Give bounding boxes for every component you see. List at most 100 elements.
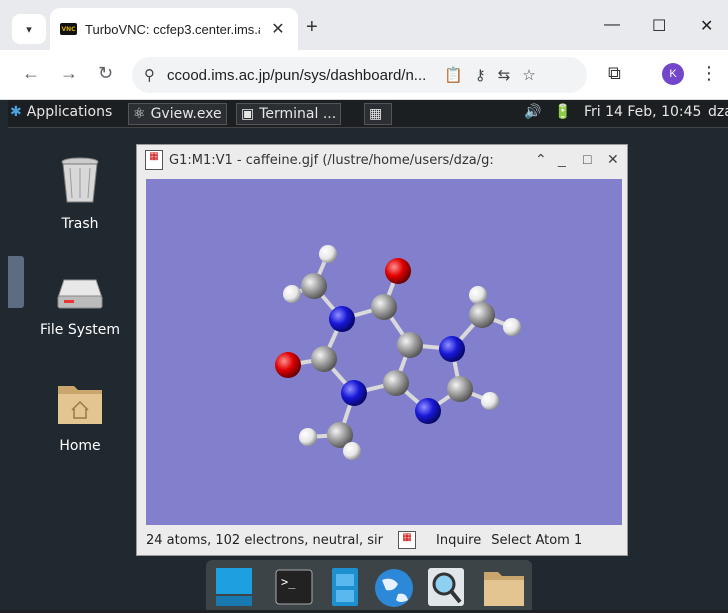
maximize-button[interactable]: □ [583,151,591,167]
hydrogen-atom[interactable] [299,428,317,446]
dock-search[interactable] [426,566,466,608]
hydrogen-atom[interactable] [343,442,361,460]
chevron-down-icon: ▾ [26,23,32,36]
tab-search-button[interactable]: ▾ [12,14,46,44]
avatar[interactable]: K [662,63,684,85]
close-button[interactable]: ✕ [607,151,619,168]
carbon-atom[interactable] [371,294,397,320]
desktop-icon-filesystem[interactable]: File System [30,276,130,338]
carbon-atom[interactable] [383,370,409,396]
atoms [275,245,521,460]
translate-icon[interactable]: ⇆ [498,66,511,84]
taskbar-terminal-label: Terminal ... [259,106,337,122]
top-panel: ✱ Applications ⚛ Gview.exe ▣ Terminal ..… [8,100,728,128]
nitrogen-atom[interactable] [329,306,355,332]
applications-menu[interactable]: ✱ Applications [10,104,112,120]
gaussview-window: ▦ G1:M1:V1 - caffeine.gjf (/lustre/home/… [136,144,628,556]
mode-label: Inquire [436,532,482,548]
taskbar-terminal[interactable]: ▣ Terminal ... [236,103,342,125]
close-window-button[interactable]: ✕ [700,16,713,36]
hydrogen-atom[interactable] [319,245,337,263]
desktop-icon-label: Home [59,438,101,454]
gview-window-icon: ▦ [145,150,163,170]
site-info-icon[interactable]: ⚲ [144,66,155,84]
globe-icon [375,569,413,607]
chevron-up-icon[interactable]: ⌃ [535,151,547,168]
desktop-icon-home[interactable]: Home [30,380,130,454]
desktop-icon-label: Trash [61,216,99,232]
minimize-window-button[interactable]: — [604,16,620,34]
carbon-atom[interactable] [301,273,327,299]
hydrogen-atom[interactable] [469,286,487,304]
trash-icon [61,157,99,203]
drive-icon [57,279,103,309]
bookmark-star-icon[interactable]: ☆ [522,66,535,84]
vnc-favicon-icon: VNC [60,23,77,35]
terminal-icon: ▣ [241,106,255,122]
oxygen-atom[interactable] [385,258,411,284]
taskbar-gview-window[interactable]: ▦ [364,103,392,125]
browser-tab-strip: ▾ VNC TurboVNC: ccfep3.center.ims.ac ✕ +… [0,0,728,50]
nitrogen-atom[interactable] [341,380,367,406]
carbon-atom[interactable] [397,332,423,358]
new-tab-button[interactable]: + [306,16,318,39]
taskbar-gview-label: Gview.exe [150,106,222,122]
maximize-window-button[interactable]: ☐ [652,16,666,36]
browser-tab[interactable]: VNC TurboVNC: ccfep3.center.ims.ac ✕ [50,8,298,50]
gaussview-icon: ⚛ [133,106,146,122]
folder-icon [484,572,524,606]
browser-toolbar: ← → ↻ ⚲ ccood.ims.ac.jp/pun/sys/dashboar… [0,50,728,100]
extensions-icon[interactable]: ⧉ [608,63,621,84]
hydrogen-atom[interactable] [283,285,301,303]
terminal-icon: >_ [275,569,313,605]
hydrogen-atom[interactable] [481,392,499,410]
volume-icon[interactable]: 🔊 [524,104,541,120]
key-icon[interactable]: ⚷ [475,66,486,84]
gview-window-icon: ▦ [369,106,383,122]
address-bar[interactable]: ⚲ ccood.ims.ac.jp/pun/sys/dashboard/n...… [132,57,587,93]
dock-show-desktop[interactable] [214,566,254,608]
window-titlebar[interactable]: ▦ G1:M1:V1 - caffeine.gjf (/lustre/home/… [137,145,627,175]
window-title: G1:M1:V1 - caffeine.gjf (/lustre/home/us… [169,152,494,168]
back-button[interactable]: ← [22,63,40,84]
carbon-atom[interactable] [469,302,495,328]
battery-icon[interactable]: 🔋 [554,104,571,120]
oxygen-atom[interactable] [275,352,301,378]
nitrogen-atom[interactable] [415,398,441,424]
menu-icon[interactable]: ⋮ [700,63,718,84]
caffeine-molecule [275,245,521,460]
clipboard-icon[interactable]: 📋 [444,66,463,84]
search-icon [428,568,464,606]
minimize-button[interactable]: _ [558,151,566,167]
carbon-atom[interactable] [447,376,473,402]
home-folder-icon [58,386,102,424]
status-bar: 24 atoms, 102 electrons, neutral, sir ▦ … [146,529,622,551]
hint-label: Select Atom 1 [491,532,583,548]
close-tab-icon[interactable]: ✕ [268,19,288,39]
file-manager-icon [332,568,358,606]
dock-terminal[interactable]: >_ [274,566,314,608]
status-text: 24 atoms, 102 electrons, neutral, sir [146,532,383,548]
show-desktop-icon [216,568,252,606]
applications-label: Applications [26,104,113,120]
hydrogen-atom[interactable] [503,318,521,336]
desktop-icon-trash[interactable]: Trash [30,156,130,232]
dock-file-manager[interactable] [324,566,364,608]
forward-button[interactable]: → [60,63,78,84]
panel-handle[interactable] [8,256,24,308]
carbon-atom[interactable] [311,346,337,372]
dock: >_ [206,560,532,610]
url-text: ccood.ims.ac.jp/pun/sys/dashboard/n... [167,66,427,84]
reload-button[interactable]: ↻ [98,63,113,84]
tab-title: TurboVNC: ccfep3.center.ims.ac [85,21,260,37]
dock-folder[interactable] [482,566,524,608]
clock[interactable]: Fri 14 Feb, 10:45 [584,104,701,120]
dock-web-browser[interactable] [372,566,413,608]
molecule-canvas[interactable] [146,179,622,525]
xfce-logo-icon: ✱ [10,104,22,120]
taskbar-gview[interactable]: ⚛ Gview.exe [128,103,227,125]
gview-small-icon: ▦ [398,531,416,549]
user-name[interactable]: dza [708,104,728,120]
nitrogen-atom[interactable] [439,336,465,362]
desktop-icon-label: File System [39,322,121,338]
